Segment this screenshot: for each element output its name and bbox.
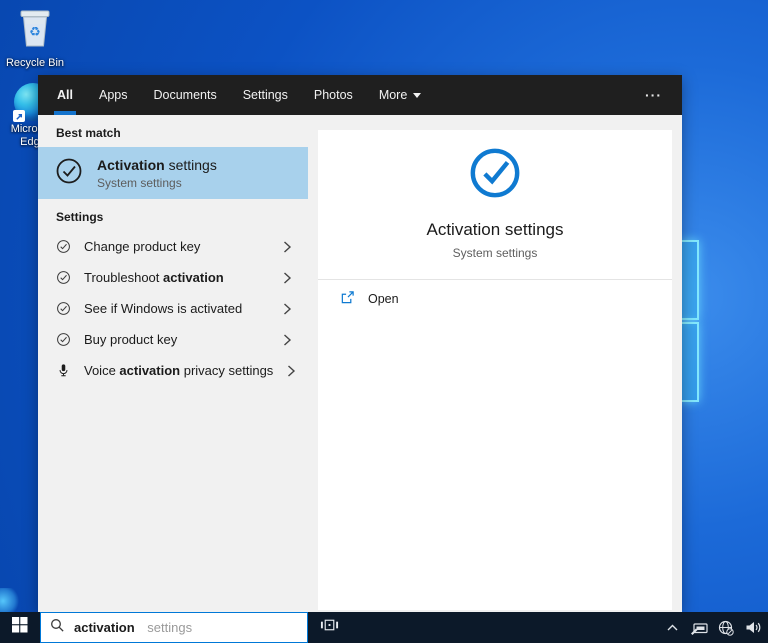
result-buy-product-key[interactable]: Buy product key — [38, 324, 308, 355]
windows-logo-icon — [12, 617, 28, 638]
shortcut-arrow-icon — [13, 110, 25, 122]
open-action[interactable]: Open — [318, 280, 672, 318]
check-circle-icon — [56, 301, 71, 316]
windows-desktop: { "colors": { "accent": "#0078d7", "best… — [0, 0, 768, 643]
wallpaper-corner-glow — [0, 588, 20, 614]
result-voice-activation-privacy[interactable]: Voice activation privacy settings — [38, 355, 308, 386]
recycle-bin-label: Recycle Bin — [5, 57, 65, 69]
chevron-down-icon — [413, 92, 422, 98]
tab-apps[interactable]: Apps — [86, 75, 141, 115]
wallpaper-glow-rect — [680, 240, 699, 320]
tray-volume-icon[interactable] — [742, 612, 764, 643]
check-circle-icon — [56, 239, 71, 254]
tab-settings[interactable]: Settings — [230, 75, 301, 115]
preview-pane: Activation settings System settings Open — [308, 115, 682, 612]
system-tray — [661, 612, 768, 643]
taskbar-search-box[interactable]: activation settings — [40, 612, 308, 643]
task-view-icon — [320, 617, 339, 638]
task-view-button[interactable] — [308, 612, 350, 643]
chevron-right-icon — [282, 240, 292, 254]
check-circle-large-icon — [468, 148, 522, 204]
search-results-pane: Best match Activation settings System se… — [38, 115, 308, 612]
result-see-if-windows-activated[interactable]: See if Windows is activated — [38, 293, 308, 324]
tray-pen-input-icon[interactable] — [688, 612, 710, 643]
tab-documents[interactable]: Documents — [140, 75, 229, 115]
preview-title: Activation settings — [426, 220, 564, 239]
check-circle-icon — [56, 332, 71, 347]
result-change-product-key[interactable]: Change product key — [38, 231, 308, 262]
search-input-suggestion-text: settings — [143, 620, 193, 635]
preview-card: Activation settings System settings Open — [318, 130, 672, 610]
check-circle-icon — [56, 270, 71, 285]
tab-more[interactable]: More — [366, 75, 434, 115]
preview-subtitle: System settings — [452, 246, 538, 260]
overflow-menu-button[interactable]: ··· — [625, 75, 682, 115]
ellipsis-icon: ··· — [645, 87, 662, 103]
check-circle-icon — [54, 156, 84, 191]
search-input-typed-text: activation — [74, 620, 135, 635]
search-flyout: All Apps Documents Settings Photos More … — [38, 75, 682, 612]
open-action-label: Open — [368, 292, 399, 306]
search-filter-tabbar: All Apps Documents Settings Photos More … — [38, 75, 682, 115]
tab-photos[interactable]: Photos — [301, 75, 366, 115]
best-match-result[interactable]: Activation settings System settings — [38, 147, 308, 199]
result-troubleshoot-activation[interactable]: Troubleshoot activation — [38, 262, 308, 293]
recycle-bin-icon: ♻ — [14, 10, 56, 54]
microphone-icon — [56, 363, 71, 378]
chevron-right-icon — [282, 302, 292, 316]
open-launch-icon — [340, 290, 355, 308]
tab-all[interactable]: All — [44, 75, 86, 115]
chevron-right-icon — [282, 271, 292, 285]
tray-globe-offline-icon[interactable] — [715, 612, 737, 643]
best-match-header: Best match — [56, 126, 121, 140]
tray-chevron-up-icon[interactable] — [661, 612, 683, 643]
taskbar: activation settings — [0, 612, 768, 643]
search-icon — [50, 618, 65, 638]
settings-section-header: Settings — [56, 210, 104, 224]
best-match-subtitle: System settings — [97, 175, 182, 190]
start-button[interactable] — [0, 612, 40, 643]
svg-text:♻: ♻ — [29, 25, 41, 40]
chevron-right-icon — [286, 364, 296, 378]
wallpaper-glow-rect — [680, 322, 699, 402]
desktop-icon-recycle-bin[interactable]: ♻ Recycle Bin — [5, 6, 65, 70]
chevron-right-icon — [282, 333, 292, 347]
best-match-title: Activation settings — [97, 156, 217, 173]
